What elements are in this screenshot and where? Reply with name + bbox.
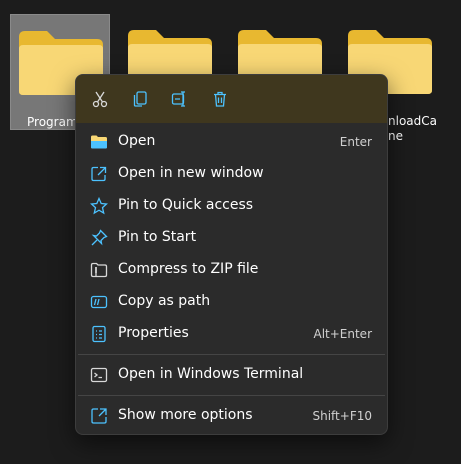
menu-item-label: Copy as path — [118, 293, 211, 309]
menu-item-shortcut: Shift+F10 — [312, 409, 372, 423]
rename-button[interactable] — [168, 87, 192, 111]
copy-path-icon — [90, 295, 108, 309]
copy-icon — [133, 91, 147, 107]
context-toolbar — [76, 75, 387, 123]
menu-separator — [78, 395, 385, 396]
star-icon — [90, 197, 108, 215]
scissors-icon — [92, 91, 108, 108]
trash-icon — [214, 91, 226, 107]
menu-item-open-new-window[interactable]: Open in new window — [76, 158, 387, 190]
pin-icon — [91, 229, 108, 246]
menu-item-label: Open — [118, 133, 156, 149]
menu-item-label: Show more options — [118, 407, 253, 423]
menu-item-label: Compress to ZIP file — [118, 261, 259, 277]
folder-label: nloadCa ne — [388, 114, 437, 143]
menu-item-label: Properties — [118, 325, 189, 341]
menu-item-label: Pin to Quick access — [118, 197, 254, 213]
menu-item-open[interactable]: Open Enter — [76, 126, 387, 158]
menu-separator — [78, 354, 385, 355]
menu-item-copy-path[interactable]: Copy as path — [76, 286, 387, 318]
menu-item-properties[interactable]: Properties Alt+Enter — [76, 318, 387, 350]
menu-item-pin-start[interactable]: Pin to Start — [76, 222, 387, 254]
properties-icon — [92, 325, 106, 343]
terminal-icon — [90, 367, 108, 383]
cut-button[interactable] — [88, 87, 112, 111]
menu-item-windows-terminal[interactable]: Open in Windows Terminal — [76, 359, 387, 391]
menu-item-shortcut: Alt+Enter — [313, 327, 372, 341]
zip-folder-icon — [90, 262, 108, 278]
menu-item-label: Open in Windows Terminal — [118, 366, 304, 382]
context-menu: Open Enter Open in new window Pin to Qui… — [75, 74, 388, 435]
menu-item-label: Open in new window — [118, 165, 264, 181]
show-more-icon — [91, 408, 107, 424]
menu-item-compress-zip[interactable]: Compress to ZIP file — [76, 254, 387, 286]
copy-button[interactable] — [128, 87, 152, 111]
menu-item-label: Pin to Start — [118, 229, 197, 245]
delete-button[interactable] — [208, 87, 232, 111]
external-window-icon — [91, 166, 107, 182]
folder-open-icon — [91, 135, 107, 149]
menu-item-pin-quick-access[interactable]: Pin to Quick access — [76, 190, 387, 222]
menu-item-show-more[interactable]: Show more options Shift+F10 — [76, 400, 387, 432]
rename-icon — [171, 91, 185, 107]
menu-item-shortcut: Enter — [339, 135, 372, 149]
